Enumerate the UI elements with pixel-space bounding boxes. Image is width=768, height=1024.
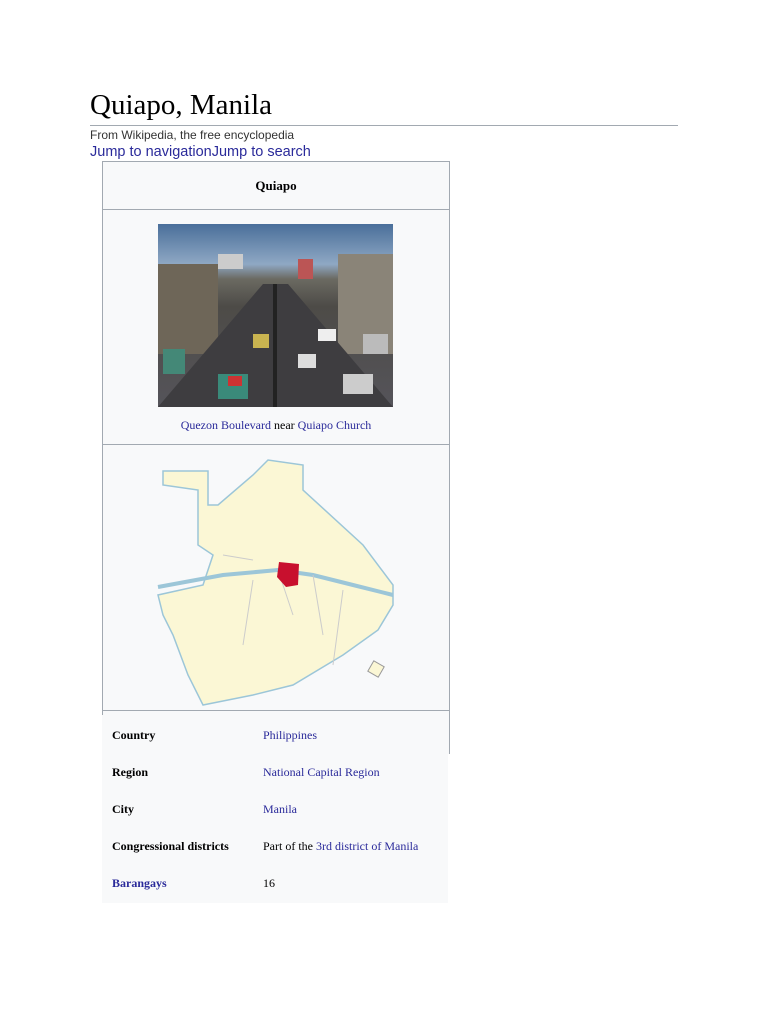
row-label: Region bbox=[112, 765, 148, 779]
row-label: City bbox=[112, 802, 134, 816]
philippines-link[interactable]: Philippines bbox=[263, 728, 317, 743]
barangays-link[interactable]: Barangays bbox=[112, 876, 263, 891]
infobox-data-rows: Country Philippines Region National Capita… bbox=[102, 715, 448, 903]
row-districts: Congressional districts Part of the 3rd d… bbox=[112, 839, 442, 854]
infobox-title: Quiapo bbox=[103, 162, 449, 210]
page-title: Quiapo, Manila bbox=[90, 89, 273, 121]
infobox-map-cell bbox=[103, 445, 449, 711]
row-label: Country bbox=[112, 728, 156, 742]
row-city: City Manila bbox=[112, 802, 442, 817]
row-country: Country Philippines bbox=[112, 728, 442, 743]
caption-text: near bbox=[271, 418, 298, 432]
quezon-boulevard-photo[interactable] bbox=[158, 224, 393, 407]
title-divider bbox=[90, 125, 678, 126]
district-link[interactable]: 3rd district of Manila bbox=[316, 839, 418, 853]
infobox: Quiapo Quezon Boulevard near Quiapo Chur… bbox=[102, 161, 450, 754]
image-caption: Quezon Boulevard near Quiapo Church bbox=[103, 418, 449, 433]
quezon-boulevard-link[interactable]: Quezon Boulevard bbox=[181, 418, 271, 432]
page-subtitle: From Wikipedia, the free encyclopedia bbox=[90, 128, 295, 142]
row-barangays: Barangays 16 bbox=[112, 876, 442, 891]
street-scene bbox=[158, 254, 393, 407]
row-label: Congressional districts bbox=[112, 839, 229, 853]
row-value: 16 bbox=[263, 876, 275, 890]
ncr-link[interactable]: National Capital Region bbox=[263, 765, 380, 780]
jump-to-navigation-link[interactable]: Jump to navigation bbox=[90, 144, 212, 160]
jump-to-search-link[interactable]: Jump to search bbox=[212, 144, 311, 160]
locator-map[interactable] bbox=[103, 445, 449, 710]
row-value-prefix: Part of the bbox=[263, 839, 316, 853]
infobox-image-cell: Quezon Boulevard near Quiapo Church bbox=[103, 210, 449, 445]
quiapo-church-link[interactable]: Quiapo Church bbox=[298, 418, 372, 432]
jump-links: Jump to navigationJump to search bbox=[90, 144, 311, 160]
manila-link[interactable]: Manila bbox=[263, 802, 297, 817]
row-region: Region National Capital Region bbox=[112, 765, 442, 780]
